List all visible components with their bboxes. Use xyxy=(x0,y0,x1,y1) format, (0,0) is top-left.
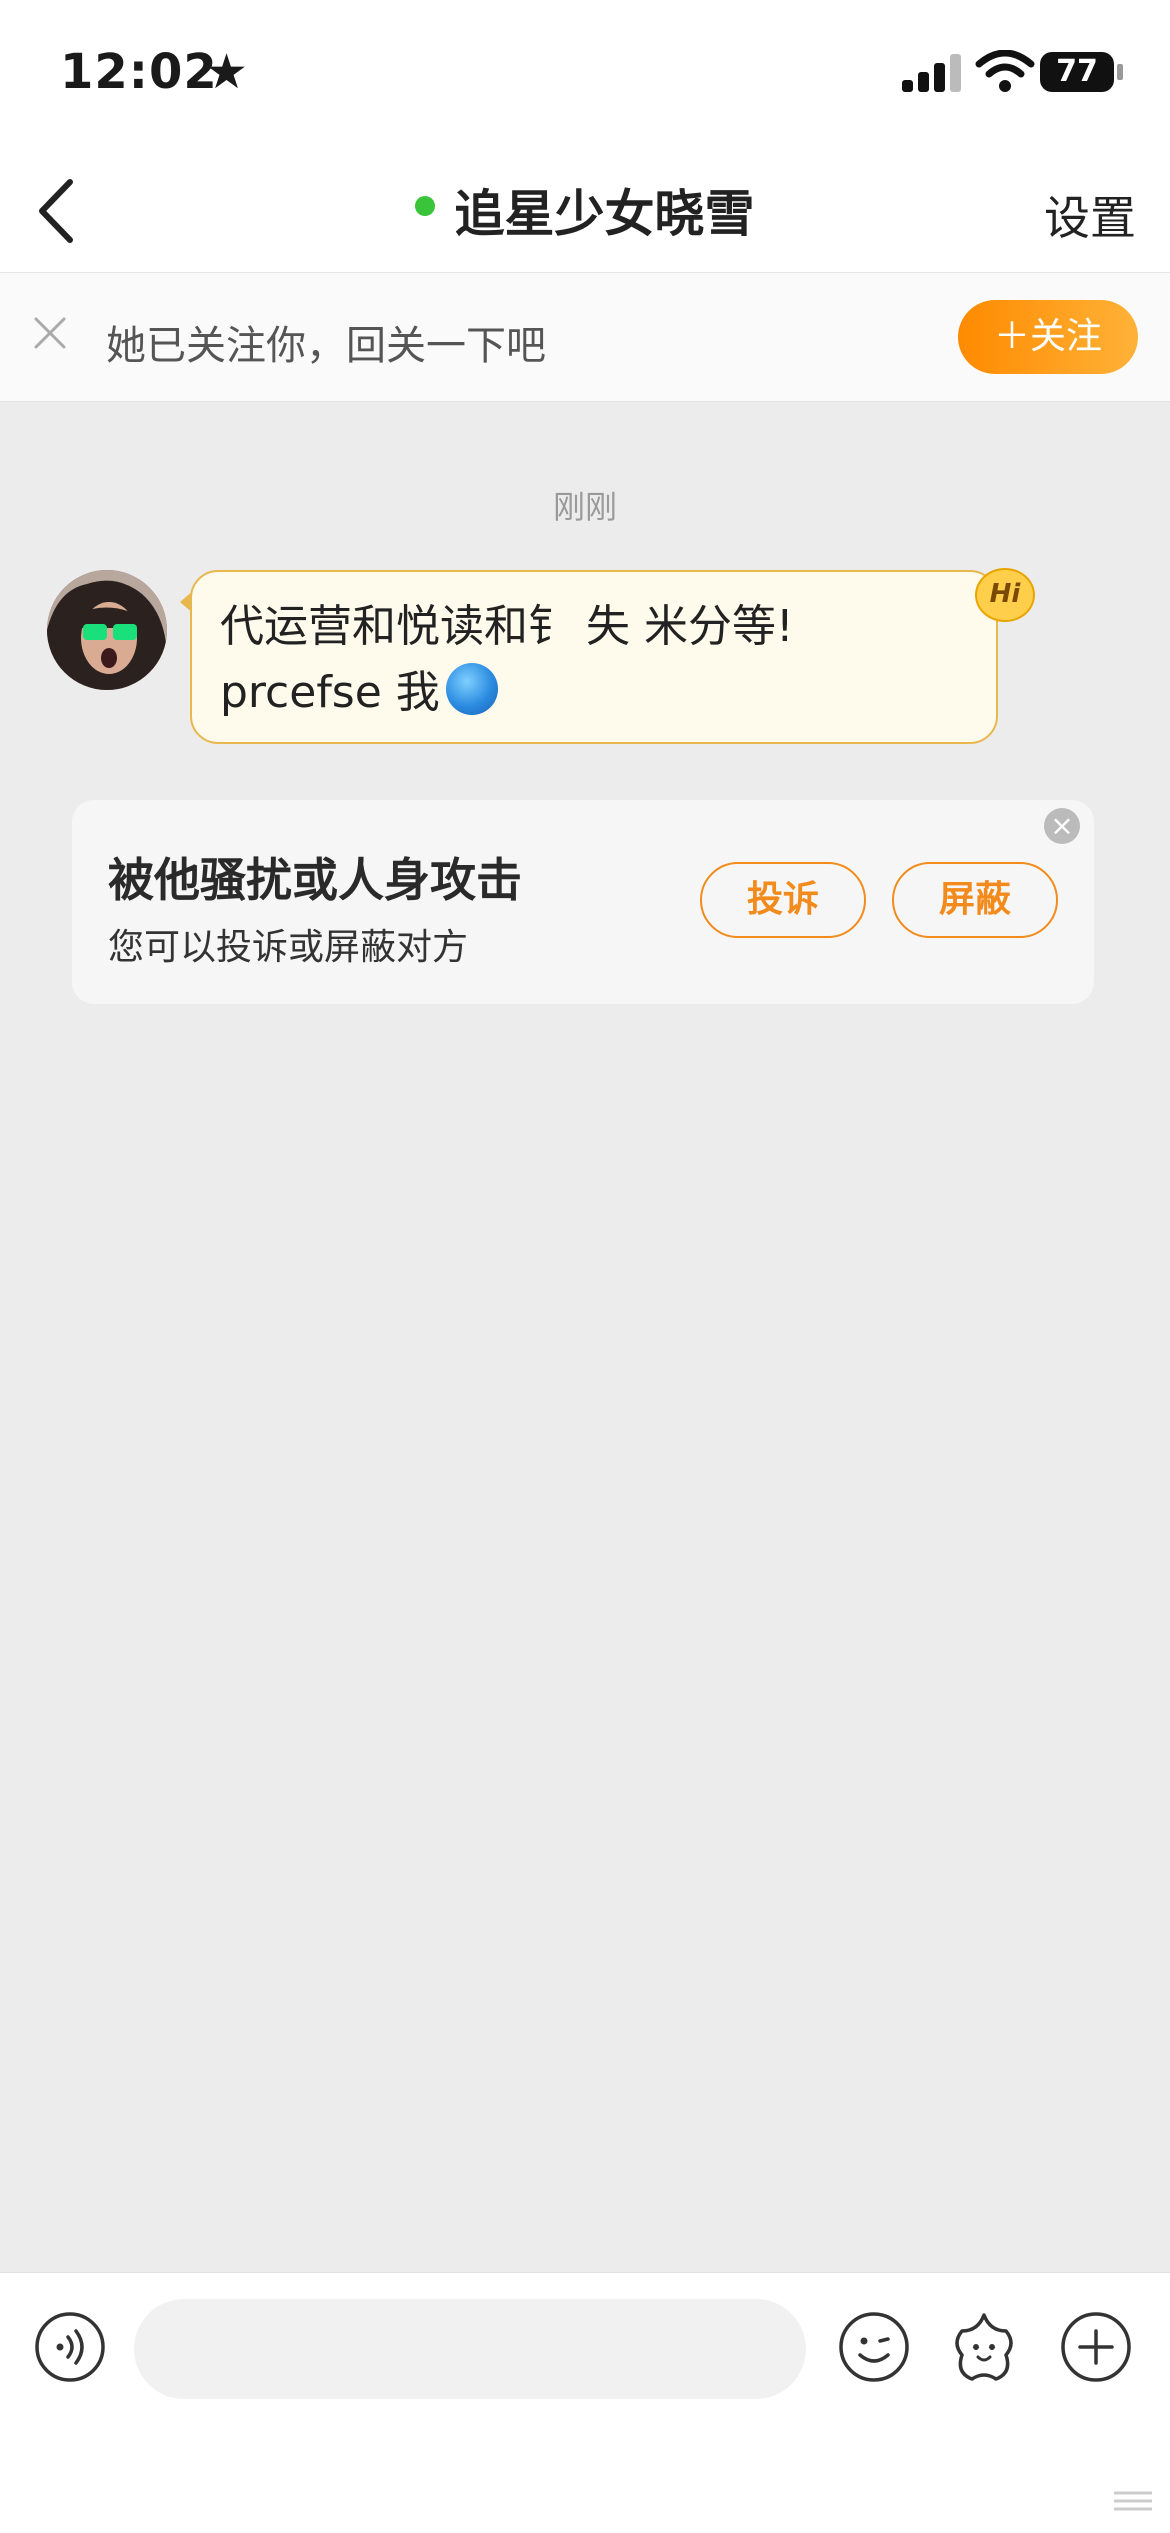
harassment-subtitle: 您可以投诉或屏蔽对方 xyxy=(108,927,469,968)
emoji-icon[interactable] xyxy=(838,2311,910,2383)
sticker-icon[interactable] xyxy=(946,2309,1022,2385)
card-close-icon[interactable]: × xyxy=(1044,808,1080,844)
follow-button[interactable]: ＋关注 xyxy=(958,300,1138,374)
message-input[interactable] xyxy=(134,2299,806,2399)
block-button[interactable]: 屏蔽 xyxy=(892,862,1058,938)
battery-cap xyxy=(1117,64,1123,80)
hi-badge: Hi xyxy=(975,568,1035,622)
report-button[interactable]: 投诉 xyxy=(700,862,866,938)
settings-button[interactable]: 设置 xyxy=(1044,182,1136,248)
input-bar xyxy=(0,2272,1170,2533)
star-icon: ★ xyxy=(205,44,249,100)
follow-prompt: 她已关注你，回关一下吧 xyxy=(106,323,546,369)
nav-bar: 追星少女晓雪 设置 xyxy=(0,150,1170,273)
clock: 12:02 xyxy=(60,44,218,100)
message-line-2: prcefse 我 xyxy=(220,667,440,718)
plus-icon[interactable] xyxy=(1060,2311,1132,2383)
status-bar: 12:02 ★ 77 xyxy=(0,0,1170,150)
page-title: 追星少女晓雪 xyxy=(454,185,755,243)
message-timestamp: 刚刚 xyxy=(552,488,617,526)
message-bubble[interactable]: 代运营和悦读和钅 失 米分等! prcefse 我 xyxy=(190,570,998,744)
avatar[interactable] xyxy=(47,570,167,690)
globe-emoji-icon xyxy=(445,663,498,715)
close-icon[interactable] xyxy=(30,313,70,353)
follow-banner: 她已关注你，回关一下吧 ＋关注 xyxy=(0,273,1170,402)
harassment-title: 被他骚扰或人身攻击 xyxy=(108,853,522,907)
title-wrap: 追星少女晓雪 xyxy=(0,174,1170,246)
avatar-image xyxy=(47,570,167,690)
online-indicator xyxy=(415,196,436,216)
wifi-icon xyxy=(975,50,1035,92)
message-text: 代运营和悦读和钅 失 米分等! prcefse 我 xyxy=(220,594,968,726)
harassment-card: 被他骚扰或人身攻击 您可以投诉或屏蔽对方 投诉 屏蔽 × xyxy=(72,800,1094,1004)
message-line-1: 代运营和悦读和钅 失 米分等! xyxy=(220,601,794,652)
signal-icon xyxy=(902,52,966,92)
voice-icon[interactable] xyxy=(34,2311,106,2383)
battery-icon: 77 xyxy=(1040,52,1114,92)
message-line-2-wrap: prcefse 我 xyxy=(220,660,968,726)
menu-lines-icon xyxy=(1114,2491,1152,2511)
